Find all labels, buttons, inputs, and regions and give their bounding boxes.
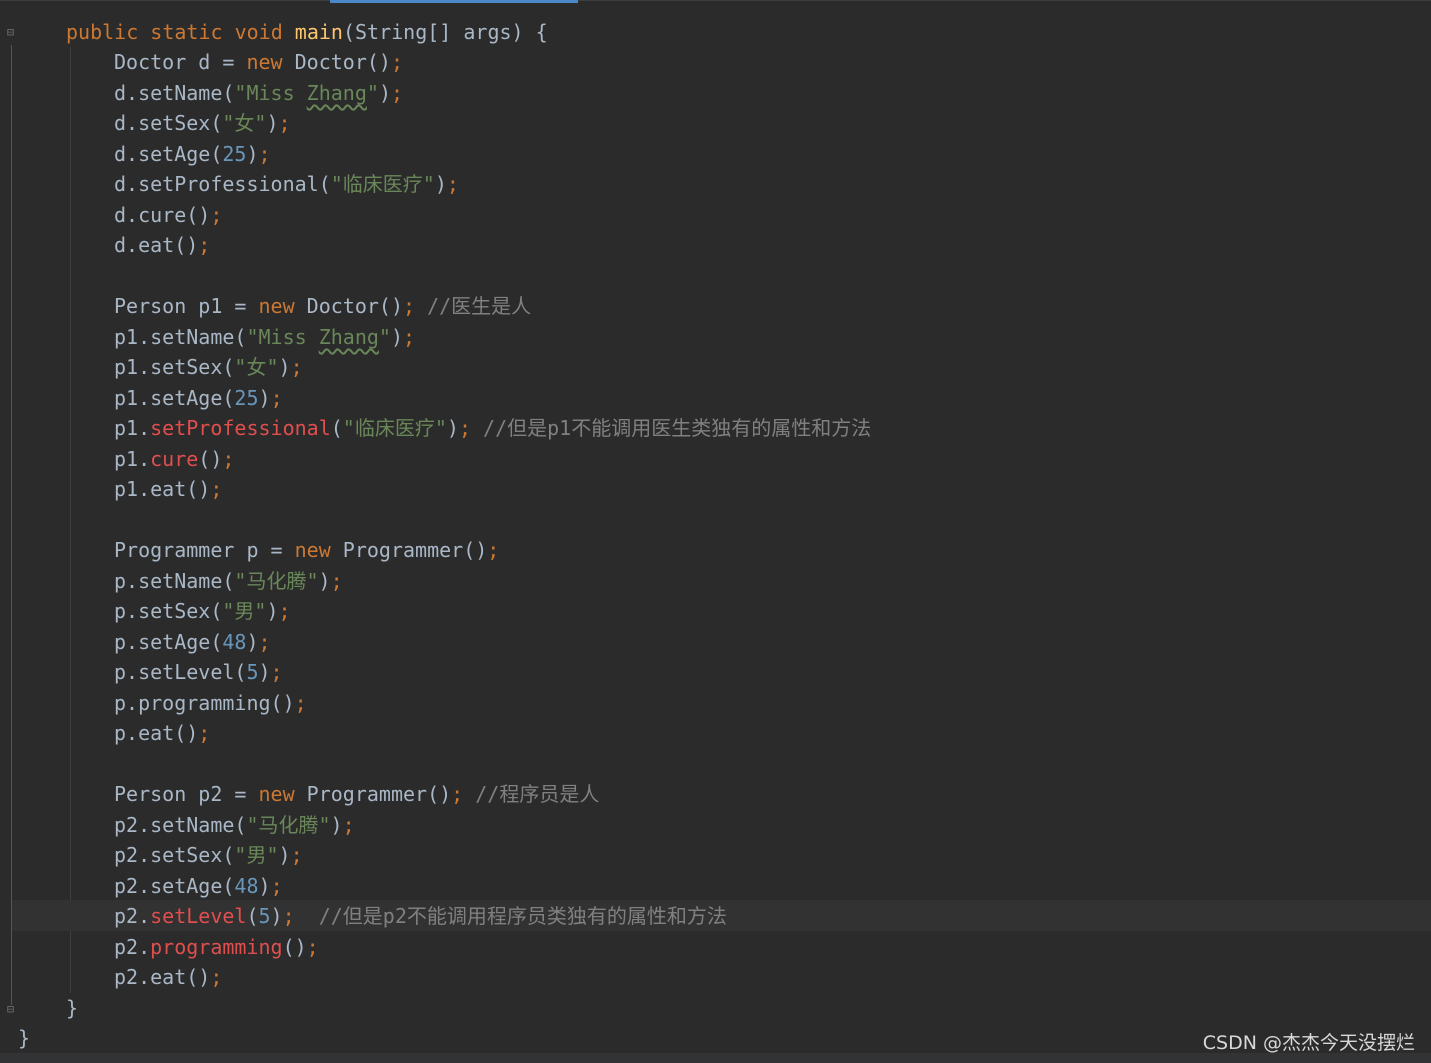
code-line: p1.cure(); [114, 447, 235, 471]
code-line: p2.setSex("男"); [114, 843, 303, 867]
class-closing-brace: } [18, 1026, 31, 1050]
code-line: p2.eat(); [114, 965, 223, 989]
code-line: p.eat(); [114, 721, 211, 745]
code-line: p1.setSex("女"); [114, 355, 303, 379]
code-line: p2.programming(); [114, 935, 319, 959]
code-line: p1.setProfessional("临床医疗"); //但是p1不能调用医生… [114, 416, 872, 440]
code-line: p.programming(); [114, 691, 307, 715]
code-line: d.cure(); [114, 203, 223, 227]
code-line-current: p2.setLevel(5); //但是p2不能调用程序员类独有的属性和方法 [114, 904, 727, 928]
active-tab-indicator [330, 0, 578, 3]
code-line: Doctor d = new Doctor(); [114, 50, 403, 74]
code-line: p1.eat(); [114, 477, 223, 501]
code-line: d.setAge(25); [114, 142, 271, 166]
code-line: Programmer p = new Programmer(); [114, 538, 500, 562]
code-line: Person p1 = new Doctor(); //医生是人 [114, 294, 532, 318]
code-editor[interactable]: ⊟ ⊟ public static void main(String[] arg… [0, 0, 1431, 1063]
code-line: d.eat(); [114, 233, 211, 257]
editor-top-border [0, 0, 1431, 1]
csdn-watermark: CSDN @杰杰今天没摆烂 [1202, 1032, 1415, 1054]
code-line: p2.setName("马化腾"); [114, 813, 355, 837]
code-line: d.setName("Miss Zhang"); [114, 81, 404, 105]
code-line: p.setAge(48); [114, 630, 271, 654]
code-line: p2.setAge(48); [114, 874, 283, 898]
code-line: d.setProfessional("临床医疗"); [114, 172, 459, 196]
code-line: p.setSex("男"); [114, 599, 291, 623]
code-line: p1.setAge(25); [114, 386, 283, 410]
code-line: d.setSex("女"); [114, 111, 291, 135]
fold-close-icon[interactable]: ⊟ [4, 1003, 17, 1016]
method-closing-brace: } [66, 996, 79, 1020]
gutter-fold-line [11, 45, 12, 1005]
code-line: p1.setName("Miss Zhang"); [114, 325, 416, 349]
code-line: p.setLevel(5); [114, 660, 283, 684]
indent-guide [70, 47, 71, 993]
code-line: Person p2 = new Programmer(); //程序员是人 [114, 782, 600, 806]
code-line: p.setName("马化腾"); [114, 569, 343, 593]
code-line-main-signature: public static void main(String[] args) { [66, 20, 548, 44]
fold-open-icon[interactable]: ⊟ [4, 26, 17, 39]
